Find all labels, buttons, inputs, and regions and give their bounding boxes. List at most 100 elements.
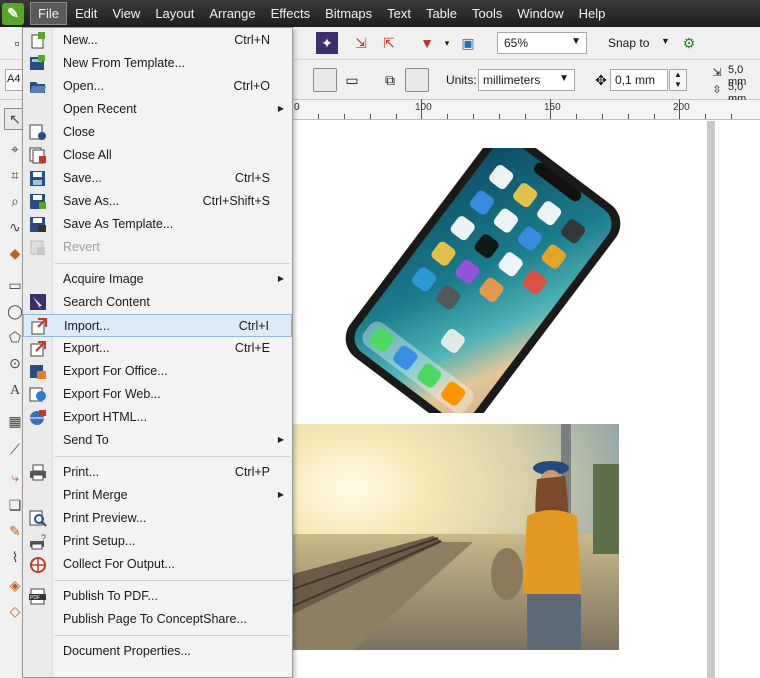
menu-item-save[interactable]: Save... Ctrl+S xyxy=(23,167,292,190)
units-select[interactable]: millimeters ▼ xyxy=(478,69,575,91)
menu-item-export-for-web[interactable]: Export For Web... xyxy=(23,383,292,406)
menu-help[interactable]: Help xyxy=(572,3,613,24)
menu-item-close-all[interactable]: Close All xyxy=(23,144,292,167)
menu-item-send-to[interactable]: Send To ▶ xyxy=(23,429,292,452)
menu-item-export-html[interactable]: Export HTML... xyxy=(23,406,292,429)
new-document-icon xyxy=(31,32,45,49)
menu-item-new-from-template[interactable]: New From Template... xyxy=(23,52,292,75)
submenu-arrow-icon: ▶ xyxy=(277,435,284,444)
zoom-level-value: 65% xyxy=(504,36,529,50)
landscape-icon[interactable]: ▭ xyxy=(341,69,363,91)
menu-separator xyxy=(55,580,290,581)
menu-file[interactable]: File xyxy=(30,2,67,25)
ruler-tick xyxy=(576,114,577,119)
save-icon xyxy=(30,171,45,186)
print-preview-icon xyxy=(29,510,47,527)
menu-item-label: Import... xyxy=(64,319,110,333)
menu-tools[interactable]: Tools xyxy=(465,3,509,24)
menu-item-export-for-office[interactable]: Export For Office... xyxy=(23,360,292,383)
menu-item-collect-for-output[interactable]: Collect For Output... xyxy=(23,553,292,576)
options-icon[interactable]: ⚙ xyxy=(678,32,700,54)
full-screen-preview-icon[interactable]: ▣ xyxy=(457,32,479,54)
menu-item-open[interactable]: Open... Ctrl+O xyxy=(23,75,292,98)
desktop-area[interactable] xyxy=(715,121,760,678)
menu-item-shortcut: Ctrl+N xyxy=(234,33,270,47)
submenu-arrow-icon: ▶ xyxy=(277,104,284,113)
submenu-arrow-icon: ▶ xyxy=(277,274,284,283)
menu-item-shortcut: Ctrl+Shift+S xyxy=(202,194,270,208)
export-html-icon xyxy=(30,410,46,425)
menu-item-label: Print Setup... xyxy=(63,534,136,548)
smartphone-graphic xyxy=(345,132,621,430)
template-icon xyxy=(30,55,45,70)
menu-item-import[interactable]: Import... Ctrl+I xyxy=(23,314,292,337)
menu-view[interactable]: View xyxy=(105,3,147,24)
menu-effects[interactable]: Effects xyxy=(264,3,318,24)
ruler-tick xyxy=(344,114,345,119)
menu-bitmaps[interactable]: Bitmaps xyxy=(318,3,379,24)
menu-item-label: Close xyxy=(63,125,95,139)
menu-edit[interactable]: Edit xyxy=(68,3,104,24)
menu-separator xyxy=(55,456,290,457)
zoom-level-select[interactable]: 65% ▼ xyxy=(497,32,587,54)
file-menu-dropdown: New... Ctrl+N New From Template... Open.… xyxy=(22,27,293,678)
horizontal-ruler[interactable]: 100 150 200 0 xyxy=(292,99,760,120)
export-icon[interactable]: ⇱ xyxy=(378,32,400,54)
save-as-icon xyxy=(30,194,46,209)
smartphone-image[interactable] xyxy=(333,132,643,430)
menu-item-print-preview[interactable]: Print Preview... xyxy=(23,507,292,530)
page-shadow xyxy=(707,121,715,678)
ruler-label: 150 xyxy=(544,102,561,113)
publish-pdf-icon[interactable]: ▼ xyxy=(416,32,438,54)
menu-item-export[interactable]: Export... Ctrl+E xyxy=(23,337,292,360)
menu-item-label: New From Template... xyxy=(63,56,186,70)
menu-item-shortcut: Ctrl+I xyxy=(238,319,269,333)
menu-window[interactable]: Window xyxy=(510,3,570,24)
menu-item-search-content[interactable]: Search Content xyxy=(23,291,292,314)
print-icon xyxy=(30,464,46,481)
menu-text[interactable]: Text xyxy=(380,3,418,24)
menu-item-open-recent[interactable]: Open Recent ▶ xyxy=(23,98,292,121)
menu-arrange[interactable]: Arrange xyxy=(202,3,262,24)
export-web-icon xyxy=(29,387,46,402)
portrait-button[interactable] xyxy=(313,68,337,92)
nudge-icon: ✥ xyxy=(595,71,607,88)
import-icon xyxy=(31,318,47,335)
menu-item-print-merge[interactable]: Print Merge ▶ xyxy=(23,484,292,507)
menu-item-shortcut: Ctrl+S xyxy=(234,171,270,185)
ruler-origin-label: 0 xyxy=(294,102,300,113)
menu-item-print[interactable]: Print... Ctrl+P xyxy=(23,461,292,484)
chevron-down-icon[interactable]: ▾ xyxy=(436,32,458,54)
menu-item-label: Send To xyxy=(63,433,109,447)
nudge-spinner[interactable]: ▲ ▼ xyxy=(669,69,687,91)
nudge-distance-input[interactable]: 0,1 mm xyxy=(610,69,668,91)
menu-item-publish-to-pdf[interactable]: PDF Publish To PDF... xyxy=(23,585,292,608)
menu-item-print-setup[interactable]: ? Print Setup... xyxy=(23,530,292,553)
submenu-arrow-icon: ▶ xyxy=(277,490,284,499)
all-pages-icon[interactable]: ⧉ xyxy=(379,69,401,91)
snap-to-button[interactable]: Snap to xyxy=(608,36,649,50)
menu-item-save-as[interactable]: Save As... Ctrl+Shift+S xyxy=(23,190,292,213)
menu-item-label: New... xyxy=(63,33,98,47)
menu-item-label: Save As Template... xyxy=(63,217,174,231)
menu-item-save-as-template[interactable]: Save As Template... xyxy=(23,213,292,236)
menu-item-acquire-image[interactable]: Acquire Image ▶ xyxy=(23,268,292,291)
chevron-down-icon[interactable]: ▼ xyxy=(661,36,670,46)
menu-item-new[interactable]: New... Ctrl+N xyxy=(23,29,292,52)
search-content-icon[interactable]: ✦ xyxy=(316,32,338,54)
menu-item-document-properties[interactable]: Document Properties... xyxy=(23,640,292,663)
import-icon[interactable]: ⇲ xyxy=(350,32,372,54)
ruler-tick xyxy=(654,114,655,119)
current-page-button[interactable] xyxy=(405,68,429,92)
menu-item-label: Search Content xyxy=(63,295,150,309)
menu-item-revert: Revert xyxy=(23,236,292,259)
menu-item-label: Document Properties... xyxy=(63,644,191,658)
ruler-tick xyxy=(447,114,448,119)
menu-item-close[interactable]: Close xyxy=(23,121,292,144)
menu-layout[interactable]: Layout xyxy=(148,3,201,24)
ruler-tick xyxy=(499,114,500,119)
traveler-photo-image[interactable] xyxy=(293,424,619,650)
menu-table[interactable]: Table xyxy=(419,3,464,24)
menu-separator xyxy=(55,263,290,264)
menu-item-publish-page-to-conceptshare[interactable]: Publish Page To ConceptShare... xyxy=(23,608,292,631)
